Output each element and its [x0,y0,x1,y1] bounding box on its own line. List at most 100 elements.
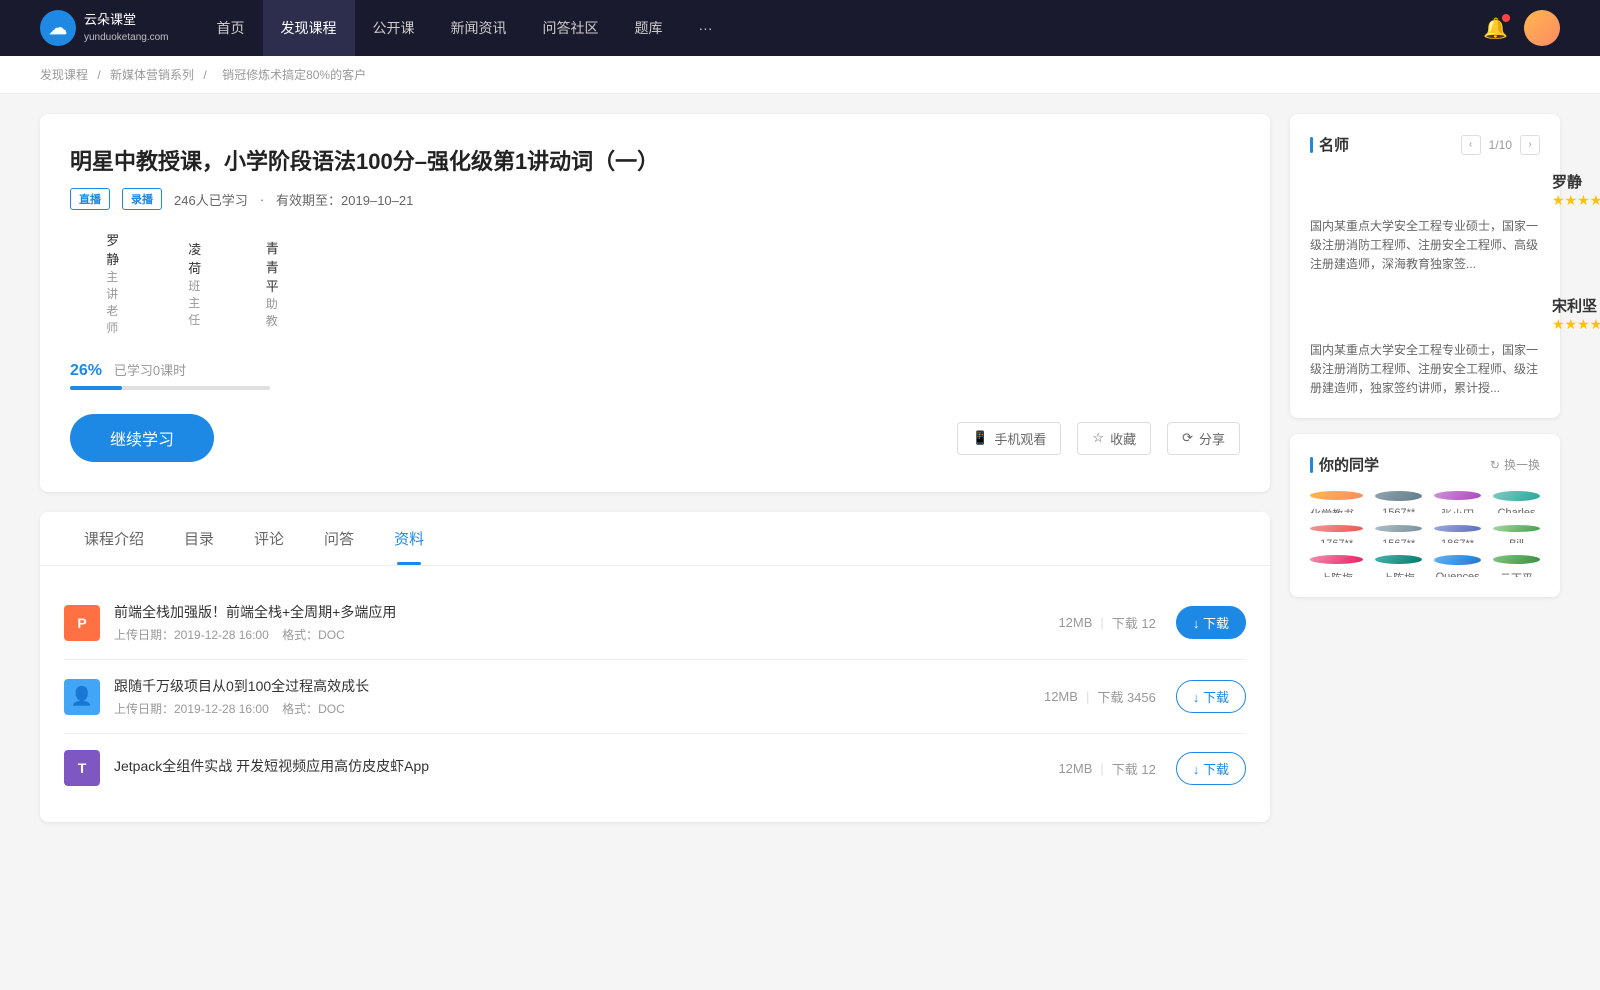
student-8-avatar [1310,555,1363,564]
breadcrumb: 发现课程 / 新媒体营销系列 / 销冠修炼术搞定80%的客户 [0,56,1600,94]
course-title: 明星中教授课，小学阶段语法100分–强化级第1讲动词（一） [70,144,1240,176]
student-8: 上陈梅 [1310,555,1363,577]
breadcrumb-current: 销冠修炼术搞定80%的客户 [222,68,366,82]
file-info-2: Jetpack全组件实战 开发短视频应用高仿皮皮虾App [114,756,1058,780]
teacher-sidebar-0-desc: 国内某重点大学安全工程专业硕士，国家一级注册消防工程师、注册安全工程师、高级注册… [1310,217,1540,275]
file-icon-2: T [64,750,100,786]
student-11: 云下平 [1493,555,1540,577]
student-1: 1567** [1375,491,1422,513]
nav-open[interactable]: 公开课 [355,0,433,56]
teacher-0-role: 主讲老师 [106,268,128,336]
teachers-page-info: 1/10 [1489,138,1512,152]
teachers-prev-btn[interactable]: ‹ [1461,135,1481,155]
mobile-icon: 📱 [972,430,988,446]
student-4-name: 1767** [1320,538,1353,543]
progress-section: 26% 已学习0课时 [70,360,1240,390]
student-1-avatar [1375,491,1422,501]
nav-news[interactable]: 新闻资讯 [433,0,525,56]
teacher-1-info: 凌荷 班主任 [188,239,204,328]
refresh-label: 换一换 [1504,456,1540,473]
teachers-title-row: 名师 ‹ 1/10 › [1310,134,1540,155]
teacher-1: 凌荷 班主任 [158,239,204,328]
nav-items: 首页 发现课程 公开课 新闻资讯 问答社区 题库 ··· [199,0,1484,56]
breadcrumb-discover[interactable]: 发现课程 [40,68,88,82]
share-icon: ⟳ [1182,430,1193,446]
mobile-watch-button[interactable]: 📱 手机观看 [957,422,1061,455]
breadcrumb-sep-1: / [97,68,104,82]
breadcrumb-series[interactable]: 新媒体营销系列 [110,68,194,82]
breadcrumb-sep-2: / [203,68,210,82]
teachers-next-btn[interactable]: › [1520,135,1540,155]
student-9: 上陈梅 [1375,555,1422,577]
user-avatar[interactable] [1524,10,1560,46]
action-buttons: 📱 手机观看 ☆ 收藏 ⟳ 分享 [957,422,1240,455]
bell-icon[interactable]: 🔔 [1483,16,1508,41]
logo-text: 云朵课堂yunduoketang.com [84,12,169,44]
meta-dot: · [260,192,264,207]
student-9-avatar [1375,555,1422,564]
student-7-name: Bill [1509,538,1524,543]
file-meta-0: 上传日期：2019-12-28 16:00 格式：DOC [114,626,1058,643]
teacher-2-role: 助教 [266,295,283,329]
file-downloads-1: 下载 3456 [1097,687,1156,706]
collect-button[interactable]: ☆ 收藏 [1077,422,1151,455]
file-name-0: 前端全栈加强版！前端全栈+全周期+多端应用 [114,602,1058,622]
tab-intro[interactable]: 课程介绍 [64,512,164,565]
teacher-sidebar-0-header: 罗静 ★★★★☆ [1310,171,1540,209]
teachers-pagination: ‹ 1/10 › [1461,135,1540,155]
logo-icon: ☁ [40,10,76,46]
mobile-label: 手机观看 [994,429,1046,448]
notification-dot [1502,14,1510,22]
sep-1: | [1086,689,1089,704]
tab-qa[interactable]: 问答 [304,512,374,565]
refresh-button[interactable]: ↻ 换一换 [1490,456,1540,473]
nav-exam[interactable]: 题库 [617,0,681,56]
student-6: 1867** [1434,525,1481,543]
file-stats-1: 12MB | 下载 3456 [1044,687,1156,706]
teacher-sidebar-1-desc: 国内某重点大学安全工程专业硕士，国家一级注册消防工程师、注册安全工程师、级注册建… [1310,341,1540,399]
course-meta: 直播 录播 246人已学习 · 有效期至：2019–10–21 [70,188,1240,210]
logo[interactable]: ☁ 云朵课堂yunduoketang.com [40,10,169,46]
student-3-name: Charles [1498,507,1536,513]
nav-discover[interactable]: 发现课程 [263,0,355,56]
student-7: Bill [1493,525,1540,543]
student-4-avatar [1310,525,1363,532]
tab-reviews[interactable]: 评论 [234,512,304,565]
student-5: 1567** [1375,525,1422,543]
teacher-2: 青青平 助教 [234,238,283,329]
download-button-2[interactable]: ↓ 下载 [1176,752,1246,785]
teacher-sidebar-1-name: 宋利坚 [1552,295,1600,316]
teacher-sidebar-1: 宋利坚 ★★★★☆ 国内某重点大学安全工程专业硕士，国家一级注册消防工程师、注册… [1310,295,1540,399]
sep-0: | [1100,615,1103,630]
student-0-avatar [1310,491,1363,500]
teachers-list: 罗静 主讲老师 凌荷 班主任 青青平 助教 [70,230,1240,336]
file-downloads-2: 下载 12 [1112,759,1156,778]
download-button-0[interactable]: ↓ 下载 [1176,606,1246,639]
tab-materials[interactable]: 资料 [374,512,444,565]
badge-rec: 录播 [122,188,162,210]
file-name-2: Jetpack全组件实战 开发短视频应用高仿皮皮虾App [114,756,1058,776]
file-downloads-0: 下载 12 [1112,613,1156,632]
nav-qa[interactable]: 问答社区 [525,0,617,56]
teacher-sidebar-0-stars: ★★★★☆ [1552,192,1600,209]
badge-live: 直播 [70,188,110,210]
progress-sub: 已学习0课时 [114,363,186,378]
file-stats-0: 12MB | 下载 12 [1058,613,1155,632]
student-2: 张小田 [1434,491,1481,513]
download-button-1[interactable]: ↓ 下载 [1176,680,1246,713]
tabs-content: P 前端全栈加强版！前端全栈+全周期+多端应用 上传日期：2019-12-28 … [40,566,1270,822]
file-icon-1: 👤 [64,679,100,715]
student-7-avatar [1493,525,1540,532]
continue-button[interactable]: 继续学习 [70,414,214,462]
share-button[interactable]: ⟳ 分享 [1167,422,1240,455]
nav-more[interactable]: ··· [681,0,731,56]
content-area: 明星中教授课，小学阶段语法100分–强化级第1讲动词（一） 直播 录播 246人… [40,114,1270,822]
collect-label: 收藏 [1110,429,1136,448]
student-4: 1767** [1310,525,1363,543]
nav-home[interactable]: 首页 [199,0,263,56]
tab-catalog[interactable]: 目录 [164,512,234,565]
file-size-0: 12MB [1058,615,1092,630]
student-11-name: 云下平 [1500,570,1533,577]
main-layout: 明星中教授课，小学阶段语法100分–强化级第1讲动词（一） 直播 录播 246人… [0,94,1600,842]
file-item-0: P 前端全栈加强版！前端全栈+全周期+多端应用 上传日期：2019-12-28 … [64,586,1246,660]
